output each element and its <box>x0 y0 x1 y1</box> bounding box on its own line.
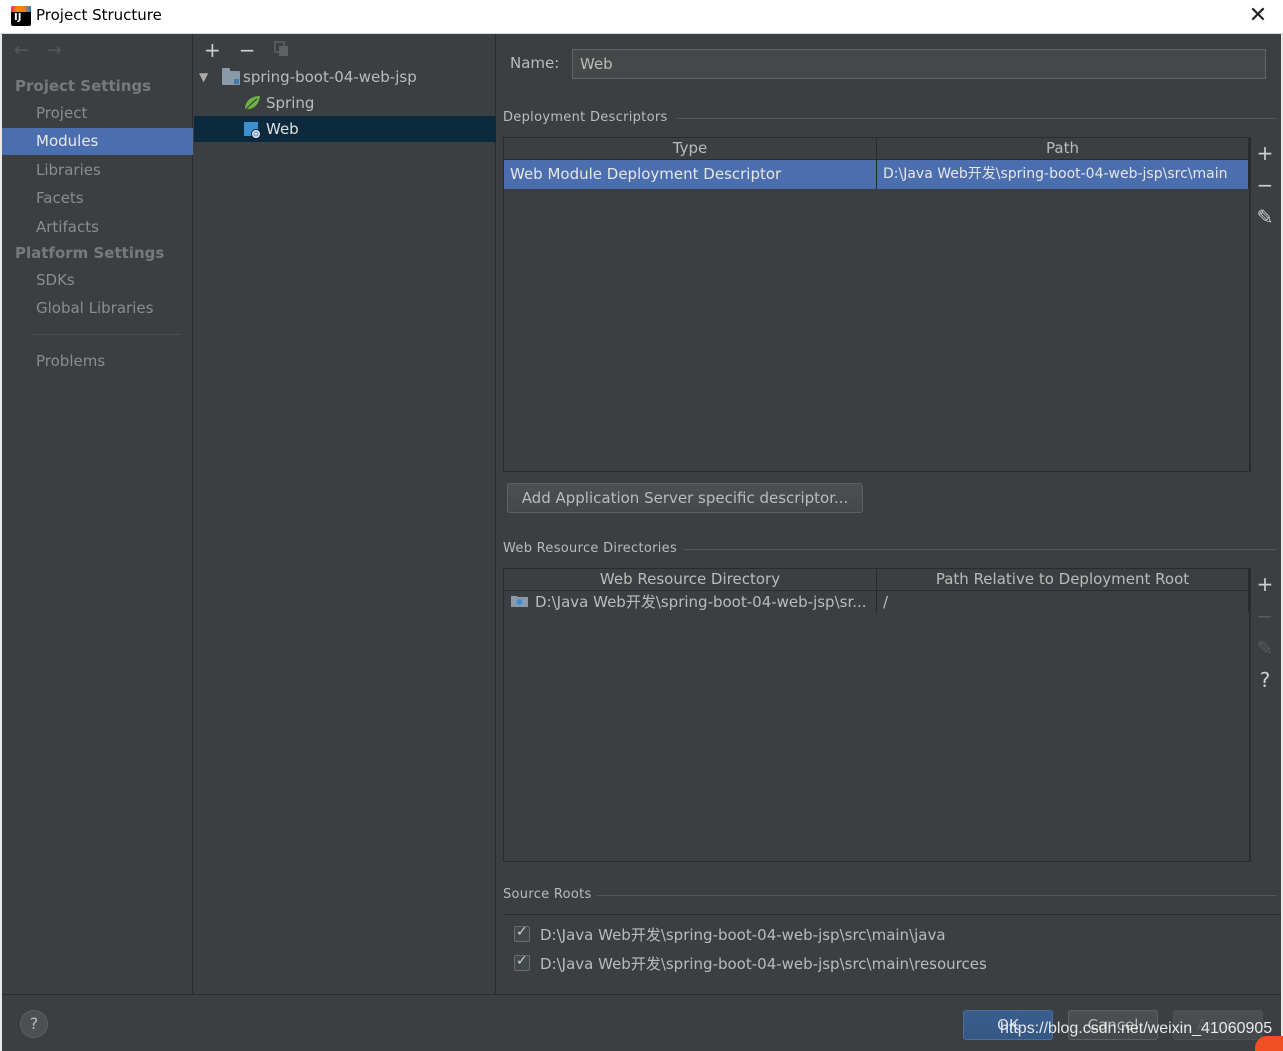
platform-settings-header: Platform Settings <box>15 244 165 262</box>
spring-leaf-icon <box>245 96 260 110</box>
sidebar-item-artifacts[interactable]: Artifacts <box>2 214 193 241</box>
section-divider <box>677 118 1277 119</box>
source-roots-title: Source Roots <box>503 887 592 902</box>
close-icon[interactable]: ✕ <box>1247 4 1269 28</box>
web-folder-icon <box>511 596 528 607</box>
source-roots-list: D:\Java Web开发\spring-boot-04-web-jsp\src… <box>503 914 1281 980</box>
name-field[interactable]: Web <box>572 49 1266 79</box>
forward-arrow-icon[interactable]: → <box>47 40 75 61</box>
sidebar-item-facets[interactable]: Facets <box>2 185 193 212</box>
add-resource-icon[interactable]: + <box>1251 568 1279 600</box>
sidebar-item-problems[interactable]: Problems <box>2 348 193 375</box>
title-bar: Project Structure ✕ <box>0 0 1283 34</box>
sidebar-item-libraries[interactable]: Libraries <box>2 157 193 184</box>
copy-icon[interactable] <box>273 41 304 61</box>
descriptor-tools: + − ✎ <box>1250 137 1278 472</box>
back-arrow-icon[interactable]: ← <box>14 40 42 61</box>
expand-arrow-icon[interactable]: ▼ <box>199 64 208 90</box>
sidebar-item-global-libraries[interactable]: Global Libraries <box>2 295 193 322</box>
corner-badge <box>1255 1036 1283 1051</box>
intellij-app-icon <box>11 6 31 26</box>
web-facet-details: Name: Web Deployment Descriptors Type Pa… <box>497 34 1281 994</box>
sidebar-item-sdks[interactable]: SDKs <box>2 267 193 294</box>
sidebar-divider <box>32 334 182 335</box>
descriptor-type-cell: Web Module Deployment Descriptor <box>504 160 877 189</box>
source-root-checkbox[interactable] <box>514 924 530 942</box>
table-row[interactable]: D:\Java Web开发\spring-boot-04-web-jsp\sr.… <box>504 591 1249 613</box>
module-folder-icon <box>222 68 240 85</box>
tree-toolbar: + − <box>204 38 304 62</box>
add-server-descriptor-button[interactable]: Add Application Server specific descript… <box>507 483 863 513</box>
sidebar-item-modules[interactable]: Modules <box>2 128 193 155</box>
module-tree-panel: + − ▼ spring-boot-04-web-jsp Spring Web <box>194 34 496 994</box>
relative-path-cell: / <box>877 591 1249 613</box>
web-label: Web <box>266 120 299 138</box>
deployment-descriptors-title: Deployment Descriptors <box>503 110 668 125</box>
deployment-descriptors-table: Type Path Web Module Deployment Descript… <box>503 137 1250 472</box>
resource-directory-text: D:\Java Web开发\spring-boot-04-web-jsp\sr.… <box>535 593 867 611</box>
web-resource-tools: + − ✎ ? <box>1250 568 1278 862</box>
help-icon[interactable]: ? <box>1251 664 1279 696</box>
source-root-path: D:\Java Web开发\spring-boot-04-web-jsp\src… <box>540 926 946 944</box>
table-header: Web Resource Directory Path Relative to … <box>504 569 1249 591</box>
name-label: Name: <box>510 54 560 72</box>
remove-descriptor-icon[interactable]: − <box>1251 169 1279 201</box>
column-header-type[interactable]: Type <box>504 138 877 159</box>
section-divider <box>597 895 1277 896</box>
remove-icon[interactable]: − <box>239 38 269 62</box>
web-facet-icon <box>244 122 261 139</box>
tree-node-module[interactable]: ▼ spring-boot-04-web-jsp <box>194 64 496 90</box>
column-header-directory[interactable]: Web Resource Directory <box>504 569 877 590</box>
resource-directory-cell: D:\Java Web开发\spring-boot-04-web-jsp\sr.… <box>504 591 877 613</box>
tree-node-spring[interactable]: Spring <box>194 90 496 116</box>
web-resource-table: Web Resource Directory Path Relative to … <box>503 568 1250 862</box>
source-root-path: D:\Java Web开发\spring-boot-04-web-jsp\src… <box>540 955 987 973</box>
descriptor-path-cell: D:\Java Web开发\spring-boot-04-web-jsp\src… <box>877 160 1249 189</box>
project-settings-header: Project Settings <box>15 77 152 95</box>
tree-node-web[interactable]: Web <box>194 116 496 142</box>
table-header: Type Path <box>504 138 1249 160</box>
module-label: spring-boot-04-web-jsp <box>243 68 417 86</box>
remove-resource-icon[interactable]: − <box>1251 600 1279 632</box>
settings-sidebar: ← → Project Settings Project Modules Lib… <box>2 34 193 994</box>
nav-arrows: ← → <box>14 40 75 62</box>
table-row[interactable]: Web Module Deployment Descriptor D:\Java… <box>504 160 1249 189</box>
section-divider <box>683 549 1277 550</box>
sidebar-item-project[interactable]: Project <box>2 100 193 127</box>
add-icon[interactable]: + <box>204 38 234 62</box>
watermark-text: https://blog.csdn.net/weixin_41060905 <box>1000 1020 1273 1037</box>
column-header-relative-path[interactable]: Path Relative to Deployment Root <box>877 569 1249 590</box>
add-descriptor-icon[interactable]: + <box>1251 137 1279 169</box>
window-title: Project Structure <box>36 6 162 24</box>
column-header-path[interactable]: Path <box>877 138 1249 159</box>
web-resource-directories-title: Web Resource Directories <box>503 541 678 556</box>
edit-resource-icon[interactable]: ✎ <box>1251 632 1279 664</box>
source-root-checkbox[interactable] <box>514 953 530 971</box>
edit-descriptor-icon[interactable]: ✎ <box>1251 201 1279 233</box>
help-button[interactable]: ? <box>20 1010 48 1038</box>
spring-label: Spring <box>266 94 315 112</box>
